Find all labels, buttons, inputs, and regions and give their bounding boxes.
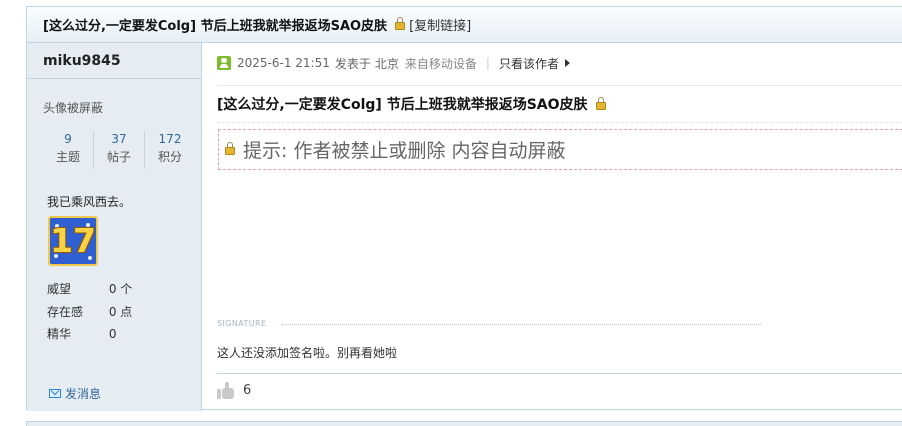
post-container: [这么过分,一定要发Colg] 节后上班我就举报返场SAO皮肤 [复制链接] m… xyxy=(26,6,902,411)
stat-posts[interactable]: 37 帖子 xyxy=(94,131,145,169)
signature-label: SIGNATURE xyxy=(217,319,267,328)
stat-topics[interactable]: 9 主题 xyxy=(43,131,94,169)
caret-right-icon xyxy=(564,59,570,67)
attr-essence: 精华 0 xyxy=(47,325,116,342)
stat-topics-label: 主题 xyxy=(55,150,80,164)
send-message-label: 发消息 xyxy=(65,387,102,401)
thread-title: [这么过分,一定要发Colg] 节后上班我就举报返场SAO皮肤 xyxy=(43,19,388,34)
thumbs-up-icon xyxy=(217,381,235,399)
attr-prestige-value: 0 个 xyxy=(108,282,133,296)
posted-at-label: 发表于 xyxy=(334,56,371,71)
avatar-blocked-text: 头像被屏蔽 xyxy=(43,101,104,115)
post-device: 来自移动设备 xyxy=(404,56,477,71)
locked-notice-text: 提示: 作者被禁止或删除 内容自动屏蔽 xyxy=(243,140,566,162)
attr-prestige-key: 威望 xyxy=(47,282,72,296)
medal-badge[interactable]: 17 xyxy=(48,216,98,266)
divider xyxy=(217,85,902,86)
author-sidebar: miku9845 头像被屏蔽 9 主题 37 帖子 172 积分 我已乘风西去。… xyxy=(27,43,202,411)
copy-link-button[interactable]: [复制链接] xyxy=(409,15,471,34)
attr-presence-value: 0 点 xyxy=(108,305,133,319)
lock-icon xyxy=(595,97,606,110)
attr-presence-key: 存在感 xyxy=(47,305,84,319)
attr-presence: 存在感 0 点 xyxy=(47,303,132,320)
user-icon xyxy=(217,56,231,70)
divider xyxy=(217,122,902,123)
stat-posts-value: 37 xyxy=(111,132,127,146)
send-message-link[interactable]: 发消息 xyxy=(49,385,101,402)
stat-points-value: 172 xyxy=(158,132,182,146)
lock-icon xyxy=(225,141,235,155)
author-status-text: 我已乘风西去。 xyxy=(47,195,132,209)
medal-number: 17 xyxy=(50,221,96,260)
next-post-edge xyxy=(26,421,902,426)
signature-text: 这人还没添加签名啦。别再看她啦 xyxy=(217,346,398,360)
author-name[interactable]: miku9845 xyxy=(27,43,202,79)
post-title-text: [这么过分,一定要发Colg] 节后上班我就举报返场SAO皮肤 xyxy=(217,97,588,113)
stat-points[interactable]: 172 积分 xyxy=(145,131,195,169)
thread-header: [这么过分,一定要发Colg] 节后上班我就举报返场SAO皮肤 [复制链接] xyxy=(27,7,902,43)
like-count: 6 xyxy=(243,382,252,398)
divider xyxy=(217,373,902,374)
post-date: 2025-6-1 21:51 xyxy=(237,56,330,70)
only-author-link[interactable]: 只看该作者 xyxy=(499,55,559,72)
mail-icon xyxy=(49,389,61,398)
post-title: [这么过分,一定要发Colg] 节后上班我就举报返场SAO皮肤 xyxy=(217,94,606,114)
stat-posts-label: 帖子 xyxy=(106,150,131,164)
author-stats: 9 主题 37 帖子 172 积分 xyxy=(43,131,195,169)
meta-separator: | xyxy=(485,56,490,70)
post-location: 北京 xyxy=(374,56,399,71)
post-meta: 2025-6-1 21:51 发表于 北京 来自移动设备 | 只看该作者 xyxy=(217,53,570,73)
like-button[interactable]: 6 xyxy=(217,381,251,399)
stat-points-label: 积分 xyxy=(157,150,182,164)
attr-essence-value: 0 xyxy=(108,327,117,341)
lock-icon xyxy=(395,16,406,30)
stat-topics-value: 9 xyxy=(64,132,72,146)
attr-essence-key: 精华 xyxy=(47,327,72,341)
locked-content-notice: 提示: 作者被禁止或删除 内容自动屏蔽 xyxy=(218,129,902,170)
signature-divider xyxy=(281,324,761,325)
attr-prestige: 威望 0 个 xyxy=(47,280,132,297)
